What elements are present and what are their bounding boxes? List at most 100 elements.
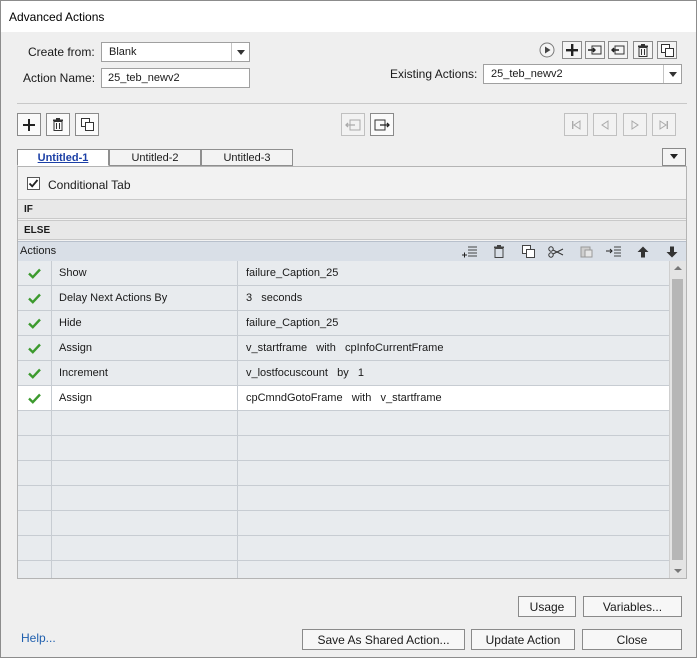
variables-button[interactable]: Variables... [583,596,682,617]
action-row[interactable]: Hide failure_Caption_25 [18,311,669,336]
preview-play-icon[interactable] [539,42,555,58]
target-cell[interactable]: v_startframe with cpInfoCurrentFrame [238,336,669,360]
chevron-down-icon [670,154,678,159]
target-cell[interactable]: failure_Caption_25 [238,261,669,285]
target-cell[interactable] [238,536,669,560]
action-row[interactable]: Assign v_startframe with cpInfoCurrentFra… [18,336,669,361]
close-button[interactable]: Close [582,629,682,650]
conditional-tab-checkbox[interactable] [27,177,40,190]
usage-button[interactable]: Usage [518,596,576,617]
trash-icon[interactable] [491,244,507,259]
target-cell[interactable]: v_lostfocuscount by 1 [238,361,669,385]
add-action-button[interactable] [562,41,582,59]
check-icon [28,368,41,379]
status-cell [18,561,52,578]
previous-tab-button[interactable] [593,113,617,136]
move-tab-right-button[interactable] [370,113,394,136]
if-section-header[interactable]: IF [18,199,686,219]
action-name-input[interactable]: 25_teb_newv2 [101,68,250,88]
next-icon [631,119,639,130]
insert-action-icon[interactable] [462,244,478,259]
create-from-value: Blank [109,46,137,58]
advanced-actions-dialog: Advanced Actions Create from: Blank Acti… [0,0,697,658]
target-cell[interactable] [238,411,669,435]
action-cell[interactable] [52,511,238,535]
action-cell[interactable]: Delay Next Actions By [52,286,238,310]
target-cell[interactable] [238,561,669,578]
copy-icon[interactable] [520,244,536,259]
paste-icon[interactable] [578,244,594,259]
empty-action-row[interactable] [18,561,669,578]
import-action-button[interactable] [585,41,605,59]
action-cell[interactable] [52,436,238,460]
target-cell[interactable]: 3 seconds [238,286,669,310]
move-down-icon[interactable] [664,244,680,259]
action-row[interactable]: Assign cpCmndGotoFrame with v_startframe [18,386,669,411]
tab-untitled-1[interactable]: Untitled-1 [17,149,109,166]
status-cell [18,486,52,510]
actions-scrollbar[interactable] [669,261,686,578]
status-cell [18,311,52,335]
move-up-icon[interactable] [635,244,651,259]
update-action-button[interactable]: Update Action [471,629,575,650]
empty-action-row[interactable] [18,436,669,461]
status-cell [18,336,52,360]
action-cell[interactable]: Assign [52,336,238,360]
action-cell[interactable]: Assign [52,386,238,410]
import-icon [588,45,602,55]
action-cell[interactable] [52,411,238,435]
action-cell[interactable] [52,461,238,485]
conditional-panel: Conditional Tab IF ELSE Actions Show fai… [17,166,687,579]
existing-actions-dropdown[interactable]: 25_teb_newv2 [483,64,682,84]
action-cell[interactable]: Hide [52,311,238,335]
last-tab-button[interactable] [652,113,676,136]
scroll-up-icon[interactable] [670,261,686,275]
last-icon [659,119,668,130]
tab-untitled-3[interactable]: Untitled-3 [201,149,293,166]
save-as-shared-action-button[interactable]: Save As Shared Action... [302,629,465,650]
actions-grid: Show failure_Caption_25 Delay Next Actions… [18,261,669,578]
target-cell[interactable] [238,461,669,485]
action-cell[interactable]: Show [52,261,238,285]
action-row[interactable]: Increment v_lostfocuscount by 1 [18,361,669,386]
conditional-tab-label: Conditional Tab [48,178,131,192]
move-left-icon [345,119,361,130]
scroll-down-icon[interactable] [670,564,686,578]
action-cell[interactable]: Increment [52,361,238,385]
empty-action-row[interactable] [18,486,669,511]
target-cell[interactable]: failure_Caption_25 [238,311,669,335]
delete-tab-button[interactable] [46,113,70,136]
add-conditional-tab-button[interactable] [17,113,41,136]
target-cell[interactable] [238,511,669,535]
empty-action-row[interactable] [18,411,669,436]
insert-below-icon[interactable] [606,244,622,259]
first-tab-button[interactable] [564,113,588,136]
next-tab-button[interactable] [623,113,647,136]
delete-action-button[interactable] [633,41,653,59]
target-cell[interactable] [238,486,669,510]
duplicate-tab-button[interactable] [75,113,99,136]
scroll-thumb[interactable] [672,279,683,560]
tab-list-dropdown[interactable] [662,148,686,166]
duplicate-action-button[interactable] [657,41,677,59]
export-action-button[interactable] [608,41,628,59]
empty-action-row[interactable] [18,536,669,561]
move-tab-left-button[interactable] [341,113,365,136]
scissors-icon[interactable] [548,244,564,259]
empty-action-row[interactable] [18,461,669,486]
help-link[interactable]: Help... [21,631,56,645]
action-cell[interactable] [52,561,238,578]
status-cell [18,286,52,310]
empty-action-row[interactable] [18,511,669,536]
action-cell[interactable] [52,486,238,510]
plus-icon [566,44,578,56]
tab-untitled-2[interactable]: Untitled-2 [109,149,201,166]
target-cell[interactable]: cpCmndGotoFrame with v_startframe [238,386,669,410]
action-row[interactable]: Delay Next Actions By 3 seconds [18,286,669,311]
action-row[interactable]: Show failure_Caption_25 [18,261,669,286]
action-cell[interactable] [52,536,238,560]
else-section-header[interactable]: ELSE [18,220,686,240]
target-cell[interactable] [238,436,669,460]
create-from-dropdown[interactable]: Blank [101,42,250,62]
duplicate-icon [660,43,674,57]
